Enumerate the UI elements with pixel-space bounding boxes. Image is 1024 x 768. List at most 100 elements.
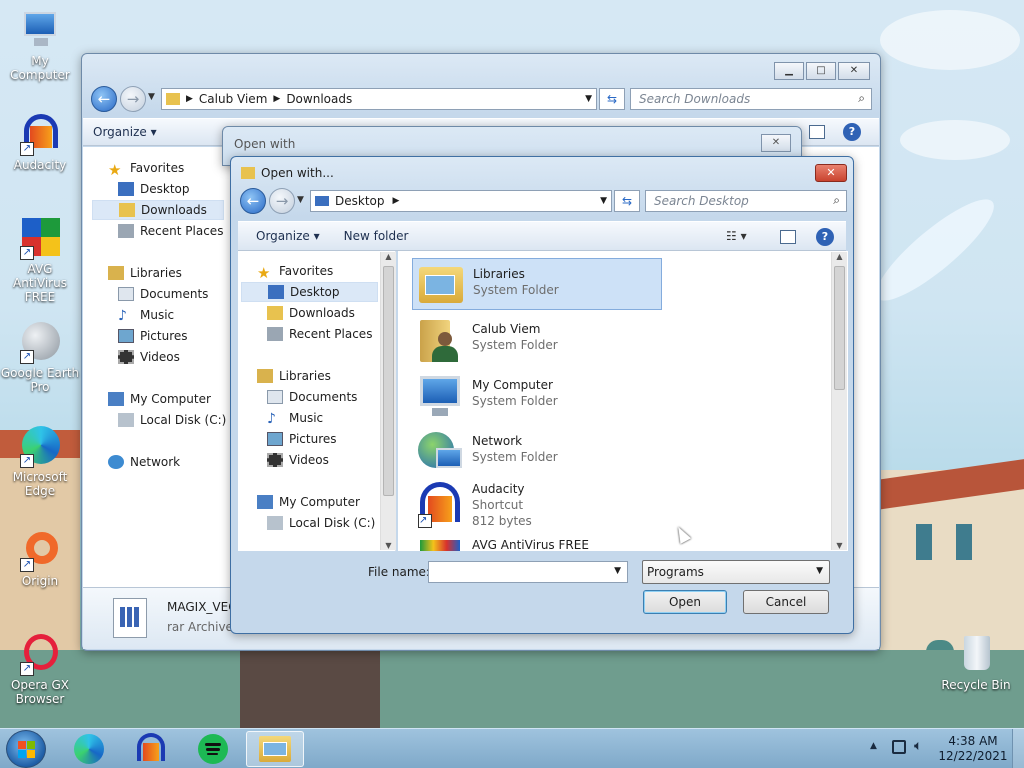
file-item-libraries[interactable]: Libraries System Folder: [412, 258, 662, 310]
forward-button[interactable]: →: [269, 188, 295, 214]
organize-button[interactable]: Organize ▾: [238, 229, 330, 243]
desktop-icon-opera-gx[interactable]: ↗ Opera GX Browser: [0, 632, 80, 706]
nav-local-disk[interactable]: Local Disk (C:): [118, 410, 226, 430]
nav-desktop[interactable]: Desktop: [118, 179, 190, 199]
taskbar-audacity-button[interactable]: [125, 731, 177, 767]
open-button[interactable]: Open: [643, 590, 727, 614]
breadcrumb-item[interactable]: Calub Viem: [199, 92, 267, 106]
nav-my-computer[interactable]: My Computer: [257, 492, 360, 512]
nav-libraries[interactable]: Libraries: [108, 263, 182, 283]
open-with-file-dialog[interactable]: Open with... ✕ ← → ▼ Desktop ▶ ▼ ⇆ Searc…: [230, 156, 854, 634]
nav-downloads[interactable]: Downloads: [92, 200, 224, 220]
nav-pictures[interactable]: Pictures: [118, 326, 188, 346]
file-item-my-computer[interactable]: My Computer System Folder: [412, 370, 662, 422]
nav-scrollbar[interactable]: ▲ ▼: [380, 252, 396, 550]
file-item-audacity[interactable]: ↗ Audacity Shortcut 812 bytes: [412, 480, 662, 536]
nav-favorites[interactable]: ★ Favorites: [257, 261, 333, 282]
desktop-icon-avg[interactable]: ↗ AVG AntiVirus FREE: [0, 216, 80, 304]
clock[interactable]: 4:38 AM 12/22/2021: [938, 734, 1008, 764]
recent-pages-dropdown[interactable]: ▼: [297, 195, 304, 205]
nav-downloads[interactable]: Downloads: [267, 303, 355, 323]
desktop-icon-audacity[interactable]: ↗ Audacity: [0, 112, 80, 172]
file-item-network[interactable]: Network System Folder: [412, 426, 662, 478]
nav-label: Libraries: [130, 266, 182, 280]
cancel-button[interactable]: Cancel: [743, 590, 829, 614]
nav-favorites[interactable]: ★ Favorites: [108, 158, 184, 179]
recent-pages-dropdown[interactable]: ▼: [148, 92, 155, 102]
nav-videos[interactable]: Videos: [118, 347, 180, 367]
nav-recent-places[interactable]: Recent Places: [118, 221, 223, 241]
file-type-select[interactable]: Programs ▼: [642, 560, 830, 584]
start-button[interactable]: [6, 730, 46, 768]
file-name-input[interactable]: ▼: [428, 561, 628, 583]
close-button[interactable]: ✕: [838, 62, 870, 80]
scroll-thumb[interactable]: [834, 266, 845, 390]
nav-recent-places[interactable]: Recent Places: [267, 324, 372, 344]
taskbar-edge-button[interactable]: [63, 731, 115, 767]
help-icon[interactable]: ?: [843, 123, 861, 141]
desktop-icon-google-earth[interactable]: ↗ Google Earth Pro: [0, 320, 80, 394]
network-tray-icon[interactable]: [892, 740, 906, 754]
chevron-down-icon[interactable]: ▼: [585, 94, 592, 104]
help-icon[interactable]: ?: [816, 228, 834, 246]
nav-documents[interactable]: Documents: [118, 284, 208, 304]
nav-my-computer[interactable]: My Computer: [108, 389, 211, 409]
preview-pane-icon[interactable]: [809, 125, 825, 139]
change-view-button[interactable]: ☷ ▾: [726, 229, 747, 243]
scroll-up-arrow-icon[interactable]: ▲: [832, 252, 847, 261]
nav-libraries[interactable]: Libraries: [257, 366, 331, 386]
ground: [0, 650, 1024, 728]
scroll-up-arrow-icon[interactable]: ▲: [381, 252, 396, 261]
scroll-down-arrow-icon[interactable]: ▼: [381, 541, 396, 550]
back-button[interactable]: ←: [240, 188, 266, 214]
breadcrumb-item[interactable]: Desktop: [335, 194, 385, 208]
file-item-user-folder[interactable]: Calub Viem System Folder: [412, 314, 662, 366]
back-button[interactable]: ←: [91, 86, 117, 112]
nav-label: Recent Places: [140, 224, 224, 238]
breadcrumb-item[interactable]: Downloads: [286, 92, 352, 106]
nav-documents[interactable]: Documents: [267, 387, 357, 407]
nav-pictures[interactable]: Pictures: [267, 429, 337, 449]
desktop-icon-my-computer[interactable]: My Computer: [0, 8, 80, 82]
nav-music[interactable]: ♪ Music: [267, 408, 323, 428]
nav-desktop[interactable]: Desktop: [241, 282, 378, 302]
nav-music[interactable]: ♪ Music: [118, 305, 174, 325]
scroll-down-arrow-icon[interactable]: ▼: [832, 541, 847, 550]
nav-videos[interactable]: Videos: [267, 450, 329, 470]
search-input[interactable]: Search Desktop ⌕: [645, 190, 847, 212]
refresh-button[interactable]: ⇆: [614, 190, 640, 212]
dialog-title: Open with...: [261, 166, 334, 180]
nav-local-disk[interactable]: Local Disk (C:): [267, 513, 375, 533]
new-folder-button[interactable]: New folder: [330, 229, 419, 243]
show-desktop-button[interactable]: [1012, 729, 1024, 768]
nav-label: Documents: [140, 287, 209, 301]
address-bar[interactable]: ▶ Calub Viem ▶ Downloads ▼: [161, 88, 597, 110]
file-list-scrollbar[interactable]: ▲ ▼: [831, 252, 847, 550]
volume-icon[interactable]: 🔈︎: [914, 738, 922, 754]
close-button[interactable]: ✕: [815, 164, 847, 182]
maximize-button[interactable]: □: [806, 62, 836, 80]
minimize-button[interactable]: ▁: [774, 62, 804, 80]
preview-pane-icon[interactable]: [780, 230, 796, 244]
desktop-icon-edge[interactable]: ↗ Microsoft Edge: [0, 424, 80, 498]
desktop-icon-origin[interactable]: ↗ Origin: [0, 528, 80, 588]
disk-icon: [118, 413, 134, 427]
address-bar[interactable]: Desktop ▶ ▼: [310, 190, 612, 212]
close-button[interactable]: ✕: [761, 134, 791, 152]
chevron-down-icon[interactable]: ▼: [600, 196, 607, 206]
recent-places-icon: [118, 224, 134, 238]
nav-label: My Computer: [279, 495, 360, 509]
search-input[interactable]: Search Downloads ⌕: [630, 88, 872, 110]
file-item-avg[interactable]: AVG AntiVirus FREE: [412, 536, 662, 551]
nav-label: Network: [130, 455, 181, 469]
taskbar-explorer-button[interactable]: [246, 731, 304, 767]
taskbar-spotify-button[interactable]: [187, 731, 239, 767]
chevron-down-icon[interactable]: ▼: [614, 566, 621, 576]
forward-button[interactable]: →: [120, 86, 146, 112]
scroll-thumb[interactable]: [383, 266, 394, 496]
refresh-button[interactable]: ⇆: [599, 88, 625, 110]
desktop-icon-recycle-bin[interactable]: Recycle Bin: [936, 632, 1016, 692]
organize-button[interactable]: Organize ▾: [83, 125, 167, 139]
show-hidden-icons-button[interactable]: ▲: [870, 741, 877, 751]
nav-network[interactable]: Network: [108, 452, 180, 472]
